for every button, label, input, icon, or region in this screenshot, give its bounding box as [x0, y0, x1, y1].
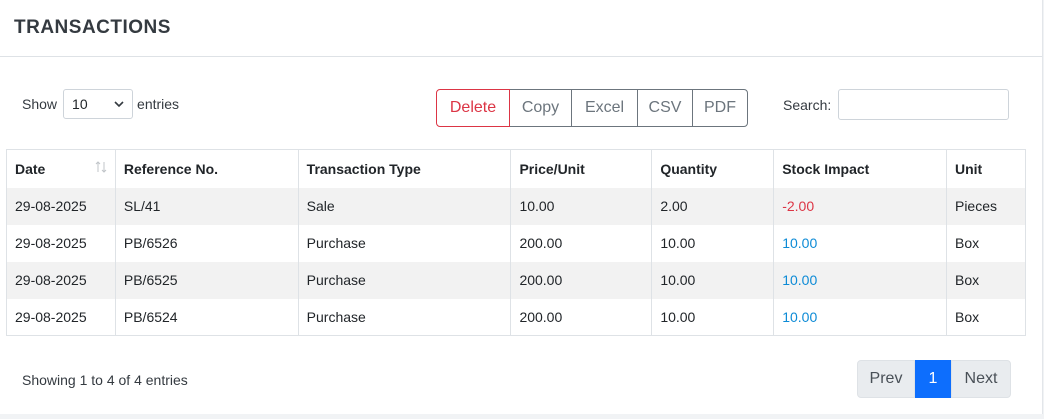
table-row: 29-08-2025 SL/41 Sale 10.00 2.00 -2.00 P… [6, 187, 1027, 225]
search-label: Search: [783, 96, 832, 113]
cell-reference: PB/6525 [114, 261, 299, 299]
search-control: Search: [783, 89, 1010, 120]
table-info: Showing 1 to 4 of 4 entries [22, 372, 188, 388]
table-header-row: Date Reference No. Transaction Type Pric… [6, 149, 1027, 188]
export-button-group: Delete Copy Excel CSV PDF [436, 89, 748, 127]
page-title: TRANSACTIONS [14, 17, 171, 38]
column-header-price-unit[interactable]: Price/Unit [510, 149, 653, 188]
cell-quantity: 2.00 [651, 187, 775, 225]
cell-price-unit: 10.00 [510, 187, 653, 225]
column-header-reference[interactable]: Reference No. [114, 149, 299, 188]
cell-stock-impact: 10.00 [773, 224, 947, 262]
column-header-quantity[interactable]: Quantity [651, 149, 775, 188]
show-label: Show [22, 96, 58, 112]
cell-unit: Pieces [945, 187, 1027, 225]
column-header-transaction-type[interactable]: Transaction Type [297, 149, 512, 188]
cell-stock-impact: -2.00 [773, 187, 947, 225]
cell-unit: Box [945, 298, 1027, 336]
card-header: TRANSACTIONS [0, 0, 1042, 57]
transactions-card: TRANSACTIONS Show 10 entries Delete Copy… [0, 0, 1043, 419]
prev-page-button[interactable]: Prev [857, 360, 915, 398]
delete-button[interactable]: Delete [436, 89, 510, 127]
cell-date: 29-08-2025 [6, 261, 116, 299]
cell-date: 29-08-2025 [6, 298, 116, 336]
search-input[interactable] [838, 89, 1010, 120]
cell-price-unit: 200.00 [510, 261, 653, 299]
transactions-table: Date Reference No. Transaction Type Pric… [6, 149, 1027, 336]
cell-reference: SL/41 [114, 187, 299, 225]
cell-date: 29-08-2025 [6, 187, 116, 225]
cell-stock-impact: 10.00 [773, 298, 947, 336]
cell-reference: PB/6524 [114, 298, 299, 336]
table-row: 29-08-2025 PB/6525 Purchase 200.00 10.00… [6, 261, 1027, 299]
cell-price-unit: 200.00 [510, 224, 653, 262]
cell-quantity: 10.00 [651, 298, 775, 336]
next-page-button[interactable]: Next [951, 360, 1011, 398]
cell-quantity: 10.00 [651, 224, 775, 262]
table-controls: Show 10 entries Delete Copy Excel CSV PD… [0, 57, 1043, 149]
pagination: Prev 1 Next [857, 360, 1011, 398]
pdf-button[interactable]: PDF [692, 89, 748, 127]
table-row: 29-08-2025 PB/6524 Purchase 200.00 10.00… [6, 298, 1027, 336]
cell-quantity: 10.00 [651, 261, 775, 299]
cell-stock-impact: 10.00 [773, 261, 947, 299]
page-length-select[interactable]: 10 [63, 89, 134, 119]
csv-button[interactable]: CSV [637, 89, 693, 127]
page-length-value: 10 [72, 96, 88, 112]
cell-price-unit: 200.00 [510, 298, 653, 336]
cell-date: 29-08-2025 [6, 224, 116, 262]
copy-button[interactable]: Copy [509, 89, 572, 127]
column-header-unit[interactable]: Unit [945, 149, 1027, 188]
page-1-button[interactable]: 1 [915, 360, 951, 398]
sort-icon [95, 161, 107, 173]
page-background-strip [0, 414, 1043, 419]
cell-transaction-type: Purchase [297, 224, 512, 262]
cell-reference: PB/6526 [114, 224, 299, 262]
cell-unit: Box [945, 261, 1027, 299]
table-row: 29-08-2025 PB/6526 Purchase 200.00 10.00… [6, 224, 1027, 262]
column-header-stock-impact[interactable]: Stock Impact [773, 149, 947, 188]
entries-label: entries [137, 96, 180, 112]
page-length-control: Show 10 entries [22, 89, 179, 119]
excel-button[interactable]: Excel [571, 89, 638, 127]
cell-transaction-type: Purchase [297, 261, 512, 299]
cell-unit: Box [945, 224, 1027, 262]
column-header-date[interactable]: Date [6, 149, 116, 188]
chevron-down-icon [114, 101, 124, 108]
cell-transaction-type: Sale [297, 187, 512, 225]
cell-transaction-type: Purchase [297, 298, 512, 336]
